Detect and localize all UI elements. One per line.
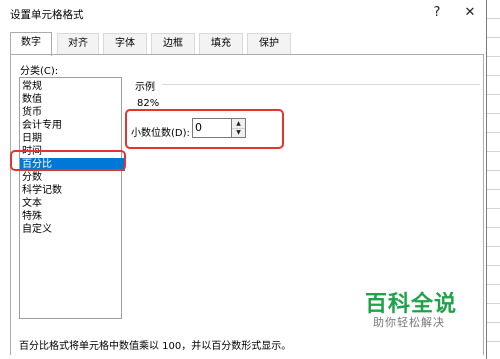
tab-border[interactable]: 边框 xyxy=(151,33,195,55)
list-item[interactable]: 货币 xyxy=(20,106,122,119)
percentage-highlight-box xyxy=(10,150,126,171)
sample-divider xyxy=(162,84,480,85)
tab-protection[interactable]: 保护 xyxy=(247,33,291,55)
watermark-slogan: 助你轻松解决 xyxy=(373,316,445,329)
list-item[interactable]: 特殊 xyxy=(20,210,122,223)
list-item[interactable]: 科学记数 xyxy=(20,184,122,197)
format-description: 百分比格式将单元格中数值乘以 100，并以百分数形式显示。 xyxy=(19,341,292,352)
list-item[interactable]: 分数 xyxy=(20,171,122,184)
category-label: 分类(C): xyxy=(20,66,59,77)
list-item[interactable]: 自定义 xyxy=(20,223,122,236)
list-item[interactable]: 文本 xyxy=(20,197,122,210)
dialog-title: 设置单元格格式 xyxy=(10,9,84,21)
list-item[interactable]: 会计专用 xyxy=(20,119,122,132)
help-button[interactable]: ? xyxy=(423,2,451,24)
category-list[interactable]: 常规 数值 货币 会计专用 日期 时间 百分比 分数 科学记数 文本 特殊 自定… xyxy=(19,77,125,319)
tab-number[interactable]: 数字 xyxy=(10,32,52,56)
tab-font[interactable]: 字体 xyxy=(103,33,147,55)
tab-fill[interactable]: 填充 xyxy=(199,33,243,55)
list-item[interactable]: 常规 xyxy=(20,80,122,93)
list-item[interactable]: 日期 xyxy=(20,132,122,145)
decimal-highlight-box xyxy=(125,109,284,149)
sample-label: 示例 xyxy=(135,82,155,93)
sample-value: 82% xyxy=(137,98,160,109)
close-icon[interactable]: ✕ xyxy=(456,2,484,24)
tab-alignment[interactable]: 对齐 xyxy=(57,33,99,55)
list-item[interactable]: 数值 xyxy=(20,93,122,106)
